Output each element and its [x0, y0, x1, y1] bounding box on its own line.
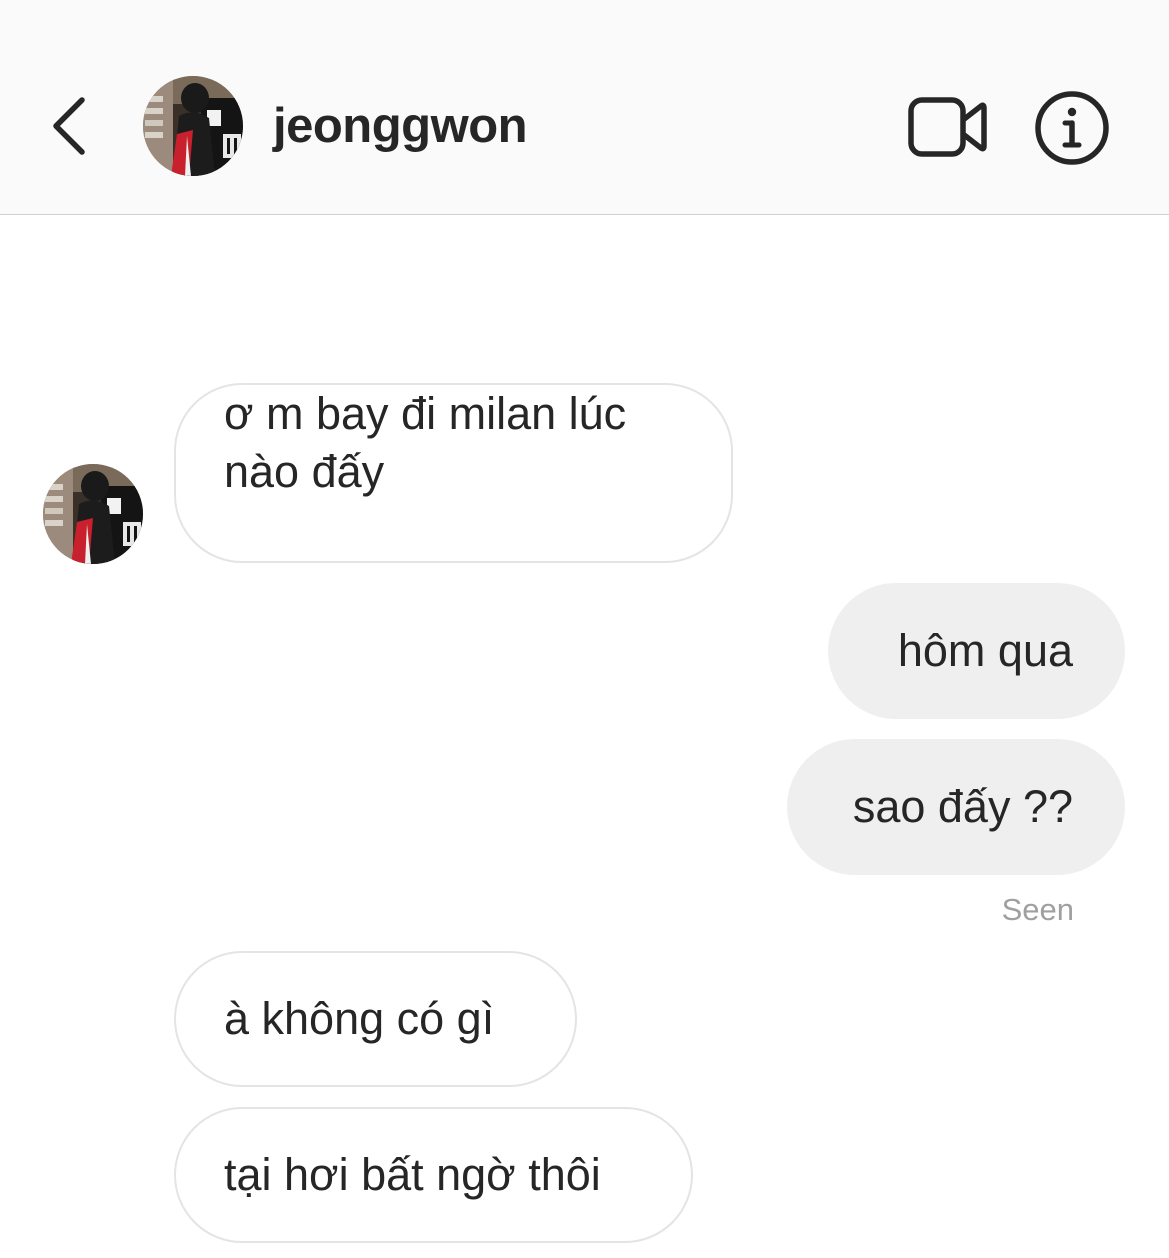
back-button[interactable]: [44, 94, 94, 158]
header-avatar[interactable]: [143, 76, 243, 176]
chat-username[interactable]: jeonggwon: [273, 96, 528, 156]
sender-avatar[interactable]: [43, 464, 143, 564]
outgoing-message[interactable]: hôm qua: [828, 583, 1125, 719]
info-button[interactable]: [1032, 88, 1112, 168]
chat-header: jeonggwon: [0, 0, 1169, 215]
info-icon: [1035, 91, 1109, 165]
outgoing-message[interactable]: sao đấy ??: [787, 739, 1125, 875]
chevron-left-icon: [53, 97, 85, 155]
chat-screen: jeonggwon ơ m bay đi milan lúc nào đấy h…: [0, 0, 1169, 1258]
incoming-message[interactable]: ơ m bay đi milan lúc nào đấy: [174, 383, 733, 563]
video-camera-icon: [908, 97, 987, 157]
video-call-button[interactable]: [906, 94, 990, 160]
incoming-message[interactable]: à không có gì: [174, 951, 577, 1087]
seen-status: Seen: [1001, 892, 1074, 927]
incoming-message[interactable]: tại hơi bất ngờ thôi: [174, 1107, 693, 1243]
